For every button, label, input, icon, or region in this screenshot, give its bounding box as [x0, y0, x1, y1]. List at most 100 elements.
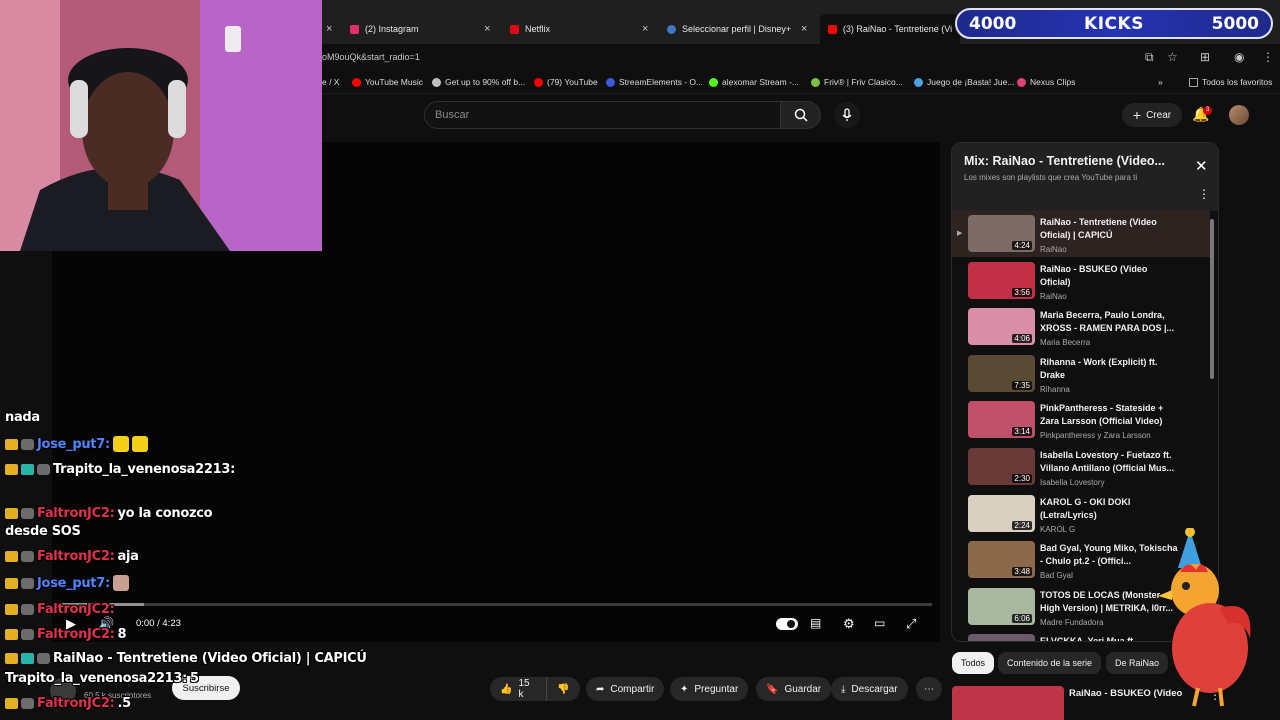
- chat-badge-icon: [21, 698, 34, 709]
- duration-badge: 4:06: [1012, 334, 1032, 344]
- tab-youtube-active[interactable]: (3) RaiNao - Tentretiene (Video: [820, 14, 960, 44]
- progress-bar[interactable]: [60, 603, 932, 606]
- close-icon[interactable]: ×: [484, 23, 490, 35]
- video-title[interactable]: KAROL G - OKI DOKI (Letra/Lyrics): [1040, 496, 1178, 522]
- video-thumbnail[interactable]: [968, 634, 1035, 641]
- video-title[interactable]: PinkPantheress - Stateside + Zara Larsso…: [1040, 402, 1178, 428]
- menu-icon[interactable]: ⋮: [1262, 50, 1274, 64]
- subtitles-icon[interactable]: ▤: [810, 616, 821, 630]
- video-title[interactable]: Rihanna - Work (Explicit) ft. Drake: [1040, 356, 1178, 382]
- extensions-icon[interactable]: ⊞: [1200, 50, 1210, 64]
- video-thumbnail[interactable]: 7:35: [968, 354, 1035, 392]
- like-button[interactable]: 👍 15 k: [490, 677, 546, 701]
- chat-emote-icon: [112, 436, 129, 452]
- more-vert-icon[interactable]: ⋮: [1198, 187, 1210, 201]
- next-video-thumbnail[interactable]: [952, 686, 1064, 720]
- bookmark-deal[interactable]: Get up to 90% off b...: [432, 77, 525, 87]
- chat-badge-icon: [21, 577, 34, 589]
- profile-icon[interactable]: ◉: [1234, 50, 1244, 64]
- download-button[interactable]: ⤓ Descargar: [831, 677, 908, 701]
- video-thumbnail[interactable]: 2:24: [968, 494, 1035, 532]
- playlist-item[interactable]: 2:30 Isabella Lovestory - Fuetazo ft. Vil…: [952, 444, 1210, 490]
- close-icon[interactable]: ×: [642, 23, 648, 35]
- bookmark-youtube[interactable]: (79) YouTube: [534, 77, 598, 87]
- bookmark-basta[interactable]: Juego de ¡Basta! Jue...: [914, 77, 1014, 87]
- time-display: 0:00 / 4:23: [136, 618, 181, 629]
- url-text[interactable]: oM9ouQk&start_radio=1: [322, 52, 420, 62]
- bookmark-x[interactable]: e / X: [322, 77, 339, 87]
- playlist-item[interactable]: 7:35 Rihanna - Work (Explicit) ft. Drake R…: [952, 351, 1210, 397]
- bookmark-youtube-music[interactable]: YouTube Music: [352, 77, 423, 87]
- user-avatar[interactable]: [1229, 105, 1249, 125]
- tab-title: (3) RaiNao - Tentretiene (Video: [842, 24, 952, 34]
- tab-title: Netflix: [525, 24, 551, 34]
- close-icon[interactable]: ×: [801, 23, 807, 35]
- settings-gear-icon[interactable]: ⚙: [843, 616, 855, 632]
- bookmark-friv[interactable]: Friv® | Friv Clasico...: [811, 77, 903, 87]
- chat-badge-icon: [5, 508, 18, 519]
- chat-username: Trapito_la_venenosa2213:: [53, 462, 235, 477]
- search-button[interactable]: [781, 101, 821, 129]
- duration-badge: 2:30: [1012, 474, 1032, 483]
- star-icon[interactable]: ☆: [1167, 50, 1178, 64]
- ask-button[interactable]: ✦ Preguntar: [670, 677, 749, 701]
- video-title[interactable]: Isabella Lovestory - Fuetazo ft. Villano…: [1040, 449, 1178, 475]
- install-icon[interactable]: ⧉: [1145, 50, 1154, 65]
- playlist-item[interactable]: 3:56 RaiNao - BSUKEO (Video Oficial) RaiNa…: [952, 258, 1210, 304]
- video-title[interactable]: Maria Becerra, Paulo Londra, XROSS - RAM…: [1040, 309, 1178, 335]
- video-thumbnail[interactable]: 3:48: [968, 541, 1035, 579]
- scrollbar[interactable]: [1210, 219, 1214, 379]
- mic-button[interactable]: [834, 102, 860, 128]
- save-button[interactable]: 🔖 Guardar: [756, 677, 832, 701]
- theater-mode-icon[interactable]: ▭: [874, 616, 885, 630]
- bookmark-streamelements[interactable]: StreamElements - O...: [606, 77, 703, 87]
- mic-icon: [842, 108, 852, 121]
- dislike-button[interactable]: 👎: [546, 677, 580, 701]
- bookmark-all-favorites[interactable]: Todos los favoritos: [1189, 77, 1272, 87]
- video-thumbnail[interactable]: 3:56: [968, 261, 1035, 299]
- bookmarks-overflow[interactable]: »: [1158, 77, 1163, 87]
- chip-series[interactable]: Contenido de la serie: [998, 652, 1102, 674]
- create-button[interactable]: + Crear: [1122, 103, 1182, 127]
- more-icon: ⋯: [924, 683, 934, 695]
- video-thumbnail[interactable]: 4:06: [968, 308, 1035, 346]
- tab-instagram[interactable]: (2) Instagram ×: [350, 14, 500, 44]
- share-button[interactable]: ➦ Compartir: [586, 677, 665, 701]
- playlist-item[interactable]: ▶ 4:24 RaiNao - Tentretiene (Video Oficial…: [952, 211, 1210, 257]
- playlist-item[interactable]: 4:06 Maria Becerra, Paulo Londra, XROSS -…: [952, 304, 1210, 350]
- more-actions-button[interactable]: ⋯: [916, 677, 942, 701]
- video-thumbnail[interactable]: 6:06: [968, 587, 1035, 625]
- fullscreen-icon[interactable]: ⤢: [906, 616, 916, 632]
- playlist-item[interactable]: 3:14 PinkPantheress - Stateside + Zara La…: [952, 397, 1210, 443]
- duration-badge: 2:24: [1012, 520, 1032, 530]
- bookmark-nexus[interactable]: Nexus Clips: [1017, 77, 1075, 87]
- tab-disney[interactable]: Seleccionar perfil | Disney+ ×: [667, 14, 815, 44]
- streamer-webcam-image: [0, 0, 322, 251]
- chat-message: FaltronJC2: yo la conozco: [5, 506, 213, 521]
- tab-close-partial[interactable]: ×: [326, 14, 332, 44]
- chat-badge-icon: [21, 508, 34, 519]
- video-thumbnail[interactable]: 2:30: [968, 448, 1035, 485]
- video-thumbnail[interactable]: 3:14: [968, 401, 1035, 439]
- channel-name: Rihanna: [1040, 384, 1070, 394]
- playlist-subtitle: Los mixes son playlists que crea YouTube…: [964, 173, 1138, 182]
- search-input[interactable]: Buscar: [424, 101, 781, 129]
- video-title[interactable]: RaiNao - BSUKEO (Video Oficial): [1040, 263, 1178, 289]
- duration-badge: 7:35: [1012, 380, 1032, 390]
- playlist-title[interactable]: Mix: RaiNao - Tentretiene (Video...: [964, 154, 1184, 168]
- channel-name: RaiNao: [1040, 245, 1067, 254]
- chat-text: 8: [117, 627, 127, 642]
- thumbs-up-icon: 👍: [500, 683, 513, 695]
- bookmark-kick[interactable]: alexomar Stream -...: [709, 77, 799, 87]
- chat-badge-icon: [37, 653, 50, 664]
- chat-badge-icon: [5, 551, 18, 562]
- close-icon[interactable]: ✕: [1195, 157, 1208, 175]
- folder-icon: [1189, 77, 1198, 87]
- video-title[interactable]: RaiNao - Tentretiene (Video Oficial) | C…: [1040, 216, 1178, 242]
- autoplay-toggle[interactable]: [776, 618, 798, 630]
- tab-netflix[interactable]: Netflix ×: [510, 14, 656, 44]
- video-thumbnail[interactable]: 4:24: [968, 215, 1035, 252]
- chat-badge-icon: [21, 629, 34, 640]
- chip-all[interactable]: Todos: [952, 652, 995, 674]
- chat-emote-icon: [131, 436, 148, 452]
